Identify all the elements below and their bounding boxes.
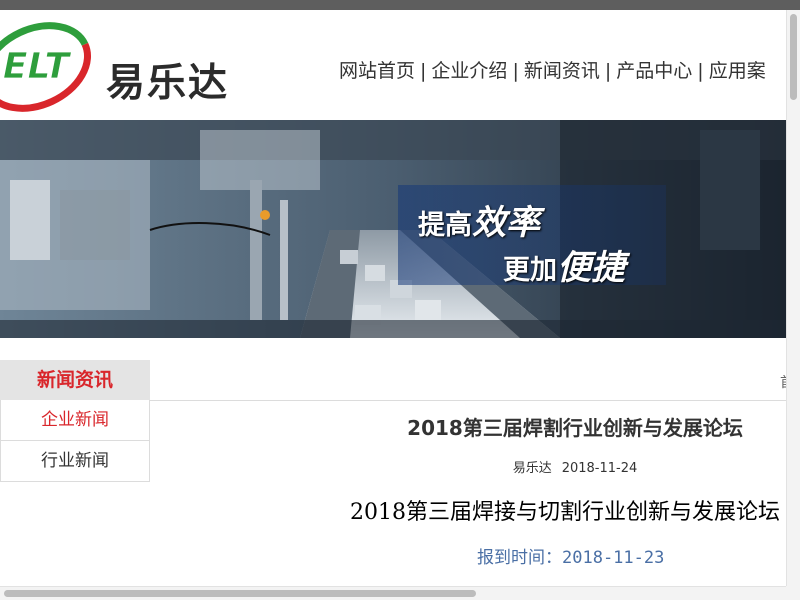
- site-header: ELT 易乐达 网站首页 | 企业介绍 | 新闻资讯 | 产品中心 | 应用案: [0, 10, 786, 120]
- sidebar-item-industry-news[interactable]: 行业新闻: [0, 441, 150, 482]
- news-content-area: 新闻资讯 企业新闻 行业新闻 首 2018第三届焊割行业创新与发展论坛 易乐达2…: [0, 360, 794, 586]
- slogan-line-2: 更加便捷: [503, 248, 625, 288]
- factory-assembly-line-image: [0, 120, 786, 338]
- nav-news[interactable]: 新闻资讯: [524, 60, 600, 82]
- vertical-scrollbar[interactable]: [786, 10, 800, 590]
- slogan-line-1: 提高效率: [418, 203, 540, 243]
- report-time-label: 报到时间：: [477, 548, 562, 568]
- article-title: 2018第三届焊割行业创新与发展论坛: [407, 416, 743, 440]
- sidebar-item-company-news[interactable]: 企业新闻: [0, 400, 150, 441]
- company-logo[interactable]: ELT: [0, 22, 94, 112]
- report-time-date: 2018-11-23: [562, 548, 665, 568]
- nav-about[interactable]: 企业介绍: [431, 60, 507, 82]
- hero-banner: 提高效率 更加便捷: [0, 120, 786, 338]
- horizontal-scrollbar[interactable]: [0, 586, 786, 600]
- article-meta: 易乐达 2018-11-24: [150, 457, 800, 476]
- logo-text: ELT: [3, 46, 72, 87]
- scrollbar-corner: [786, 586, 800, 600]
- sidebar-title: 新闻资讯: [0, 360, 150, 400]
- nav-separator: |: [697, 60, 704, 82]
- window-top-strip: [0, 0, 800, 10]
- horizontal-scrollbar-thumb[interactable]: [4, 590, 476, 597]
- nav-home[interactable]: 网站首页: [339, 60, 415, 82]
- nav-separator: |: [604, 60, 612, 82]
- content-divider: [150, 400, 786, 401]
- vertical-scrollbar-thumb[interactable]: [790, 14, 797, 100]
- report-time: 报到时间：2018-11-23: [477, 543, 664, 568]
- article-body-heading: 2018第三届焊接与切割行业创新与发展论坛: [350, 500, 780, 525]
- nav-separator: |: [420, 60, 427, 82]
- nav-products[interactable]: 产品中心: [616, 60, 692, 82]
- nav-separator: |: [512, 60, 519, 82]
- main-nav: 网站首页 | 企业介绍 | 新闻资讯 | 产品中心 | 应用案: [339, 56, 766, 83]
- news-sidebar: 新闻资讯 企业新闻 行业新闻: [0, 360, 150, 482]
- nav-cases[interactable]: 应用案: [709, 60, 766, 82]
- article-date: 2018-11-24: [561, 461, 638, 476]
- brand-name[interactable]: 易乐达: [106, 52, 229, 108]
- article-author: 易乐达: [512, 461, 552, 476]
